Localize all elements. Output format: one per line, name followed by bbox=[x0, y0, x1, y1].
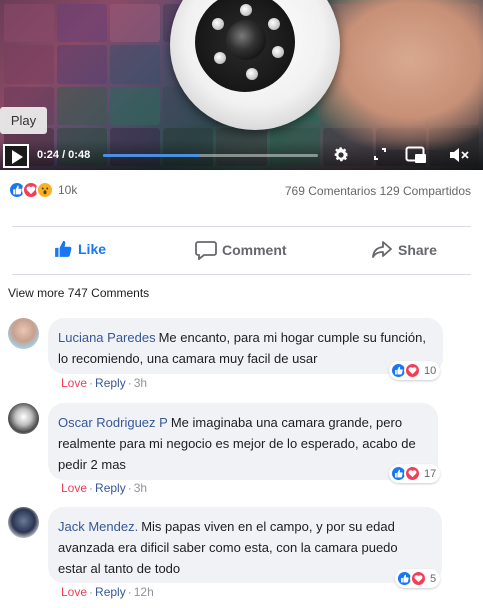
camera-led bbox=[246, 68, 258, 80]
comment-reaction-count: 17 bbox=[424, 467, 437, 480]
post-stats: 769 Comentarios 129 Compartidos bbox=[285, 184, 471, 198]
comment-reactions[interactable]: 17 bbox=[389, 464, 441, 483]
love-link[interactable]: Love bbox=[61, 481, 87, 495]
camera-led bbox=[272, 46, 284, 58]
camera-led bbox=[214, 52, 226, 64]
divider bbox=[12, 226, 471, 227]
reaction-count[interactable]: 10k bbox=[58, 183, 77, 197]
love-link[interactable]: Love bbox=[61, 585, 87, 599]
love-reaction-icon bbox=[410, 570, 427, 587]
expand-icon[interactable] bbox=[372, 146, 388, 166]
avatar[interactable] bbox=[8, 507, 39, 538]
camera-lens bbox=[226, 20, 266, 60]
love-link[interactable]: Love bbox=[61, 376, 87, 390]
comment-meta: Love · Reply · 3h bbox=[61, 481, 148, 495]
wow-reaction-icon bbox=[36, 181, 54, 199]
share-label: Share bbox=[398, 242, 437, 258]
comments-count[interactable]: 769 Comentarios bbox=[285, 184, 376, 198]
comment-author[interactable]: Jack Mendez. bbox=[58, 519, 138, 534]
view-more-comments-link[interactable]: View more 747 Comments bbox=[8, 286, 149, 300]
play-tooltip: Play bbox=[0, 107, 47, 134]
comment-meta: Love · Reply · 3h bbox=[61, 376, 148, 390]
play-button[interactable] bbox=[3, 144, 29, 168]
comment-reaction-count: 5 bbox=[430, 572, 437, 585]
camera-led bbox=[268, 18, 280, 30]
love-reaction-icon bbox=[404, 362, 421, 379]
comment-bubble: Jack Mendez. Mis papas viven en el campo,… bbox=[48, 507, 442, 583]
video-progress-bar[interactable] bbox=[103, 154, 318, 157]
gear-icon[interactable] bbox=[332, 146, 350, 168]
avatar[interactable] bbox=[8, 403, 39, 434]
comment-reaction-count: 10 bbox=[424, 364, 437, 377]
comment-reactions[interactable]: 5 bbox=[395, 569, 441, 588]
comment-bubble: Luciana Paredes Me encanto, para mi hogar… bbox=[48, 318, 443, 374]
share-icon bbox=[372, 241, 392, 258]
reply-link[interactable]: Reply bbox=[95, 585, 126, 599]
love-reaction-icon bbox=[404, 465, 421, 482]
picture-in-picture-icon[interactable] bbox=[405, 146, 427, 168]
mute-icon[interactable] bbox=[448, 146, 470, 168]
comment-time[interactable]: 12h bbox=[134, 585, 154, 599]
comment-button[interactable]: Comment bbox=[195, 240, 287, 260]
comment-time[interactable]: 3h bbox=[134, 376, 147, 390]
video-time: 0:24 / 0:48 bbox=[37, 149, 91, 161]
reply-link[interactable]: Reply bbox=[95, 376, 126, 390]
camera-led bbox=[240, 4, 252, 16]
avatar[interactable] bbox=[8, 318, 39, 349]
comment-reactions[interactable]: 10 bbox=[389, 361, 441, 380]
thumbs-up-icon bbox=[55, 240, 72, 257]
comment-icon bbox=[195, 241, 217, 260]
post-reactions[interactable]: 10k bbox=[8, 181, 77, 199]
comment-meta: Love · Reply · 12h bbox=[61, 585, 154, 599]
like-button[interactable]: Like bbox=[53, 240, 106, 258]
comment-label: Comment bbox=[222, 242, 287, 258]
divider bbox=[12, 274, 471, 275]
reply-link[interactable]: Reply bbox=[95, 481, 126, 495]
camera-led bbox=[212, 18, 224, 30]
comment-author[interactable]: Luciana Paredes bbox=[58, 330, 156, 345]
share-button[interactable]: Share bbox=[371, 240, 437, 260]
video-progress-fill bbox=[103, 154, 200, 157]
comment-time[interactable]: 3h bbox=[134, 481, 147, 495]
like-label: Like bbox=[78, 241, 107, 257]
comment-bubble: Oscar Rodriguez P Me imaginaba una camara… bbox=[48, 403, 438, 480]
comment-author[interactable]: Oscar Rodriguez P bbox=[58, 415, 168, 430]
video-player[interactable]: Play 0:24 / 0:48 bbox=[0, 0, 483, 170]
shares-count[interactable]: 129 Compartidos bbox=[380, 184, 471, 198]
